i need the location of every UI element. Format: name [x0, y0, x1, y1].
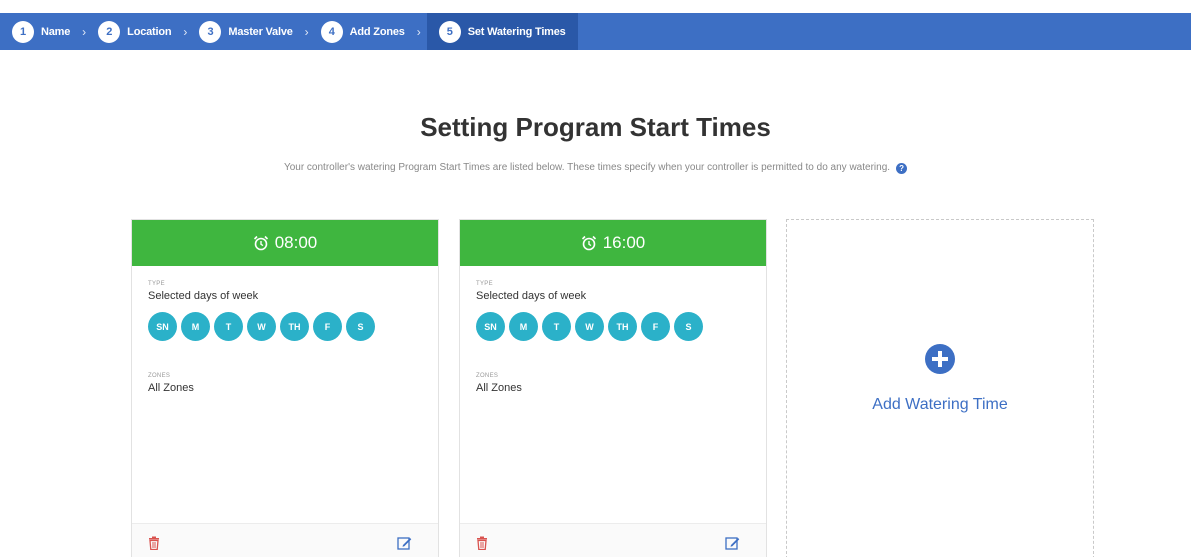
- day-badge: F: [641, 312, 670, 341]
- day-badge: S: [346, 312, 375, 341]
- day-badge: M: [509, 312, 538, 341]
- step-separator: ›: [82, 24, 87, 39]
- setup-wizard: 1 Name › 2 Location › 3 Master Valve › 4…: [0, 0, 1191, 50]
- edit-icon[interactable]: [725, 536, 740, 550]
- wizard-step-location[interactable]: 2 Location: [98, 13, 172, 50]
- type-value: Selected days of week: [148, 290, 259, 302]
- wizard-step-master-valve[interactable]: 3 Master Valve: [199, 13, 293, 50]
- day-list: SN M T W TH F S: [476, 312, 750, 341]
- day-badge: W: [575, 312, 604, 341]
- plus-circle-icon[interactable]: [925, 344, 955, 374]
- day-badge: SN: [148, 312, 177, 341]
- type-value: Selected days of week: [476, 290, 587, 302]
- day-badge: W: [247, 312, 276, 341]
- step-number: 3: [199, 20, 222, 43]
- day-badge: TH: [280, 312, 309, 341]
- page-subtitle: Your controller's watering Program Start…: [0, 162, 1191, 174]
- info-icon[interactable]: ?: [896, 163, 908, 174]
- wizard-step-add-zones[interactable]: 4 Add Zones: [320, 13, 405, 50]
- zones-block: ZONES All Zones: [148, 373, 422, 394]
- step-number: 1: [12, 20, 34, 43]
- card-footer: [132, 523, 438, 557]
- wizard-steps: 1 Name › 2 Location › 3 Master Valve › 4…: [12, 13, 578, 50]
- zones-value: All Zones: [476, 382, 522, 394]
- subtitle-text: Your controller's watering Program Start…: [283, 162, 891, 173]
- step-number: 4: [320, 20, 343, 43]
- edit-icon[interactable]: [397, 536, 412, 550]
- day-badge: S: [674, 312, 703, 341]
- zones-label: ZONES: [148, 373, 171, 379]
- wizard-bar: 1 Name › 2 Location › 3 Master Valve › 4…: [0, 13, 1191, 50]
- start-time: 08:00: [274, 233, 318, 252]
- alarm-clock-icon: [253, 235, 268, 251]
- day-badge: M: [181, 312, 210, 341]
- step-separator: ›: [416, 24, 421, 39]
- step-number: 2: [98, 20, 121, 43]
- start-time: 16:00: [602, 233, 646, 252]
- step-label: Add Zones: [349, 25, 405, 38]
- add-watering-time-label[interactable]: Add Watering Time: [787, 396, 1093, 414]
- wizard-step-set-watering-times[interactable]: 5 Set Watering Times: [426, 13, 578, 50]
- step-label: Name: [41, 25, 71, 38]
- type-label: TYPE: [148, 281, 165, 287]
- step-separator: ›: [304, 24, 309, 39]
- start-time-card: 16:00 TYPE Selected days of week SN M T …: [459, 219, 767, 557]
- day-badge: F: [313, 312, 342, 341]
- add-watering-time-card[interactable]: Add Watering Time: [786, 219, 1094, 557]
- day-badge: T: [214, 312, 243, 341]
- step-label: Master Valve: [228, 25, 293, 38]
- trash-icon[interactable]: [148, 536, 160, 550]
- card-body: TYPE Selected days of week SN M T W TH F…: [132, 266, 438, 394]
- card-footer: [460, 523, 766, 557]
- card-header: 08:00: [132, 220, 438, 266]
- day-badge: SN: [476, 312, 505, 341]
- start-time-card: 08:00 TYPE Selected days of week SN M T …: [131, 219, 439, 557]
- step-label: Location: [127, 25, 172, 38]
- day-badge: TH: [608, 312, 637, 341]
- zones-label: ZONES: [476, 373, 499, 379]
- type-label: TYPE: [476, 281, 493, 287]
- zones-block: ZONES All Zones: [476, 373, 750, 394]
- day-badge: T: [542, 312, 571, 341]
- zones-value: All Zones: [148, 382, 194, 394]
- trash-icon[interactable]: [476, 536, 488, 550]
- step-number: 5: [438, 20, 461, 43]
- step-label: Set Watering Times: [467, 25, 566, 38]
- wizard-step-name[interactable]: 1 Name: [12, 13, 70, 50]
- step-separator: ›: [183, 24, 188, 39]
- card-header: 16:00: [460, 220, 766, 266]
- alarm-clock-icon: [581, 235, 596, 251]
- page-title: Setting Program Start Times: [420, 112, 771, 142]
- card-body: TYPE Selected days of week SN M T W TH F…: [460, 266, 766, 394]
- day-list: SN M T W TH F S: [148, 312, 422, 341]
